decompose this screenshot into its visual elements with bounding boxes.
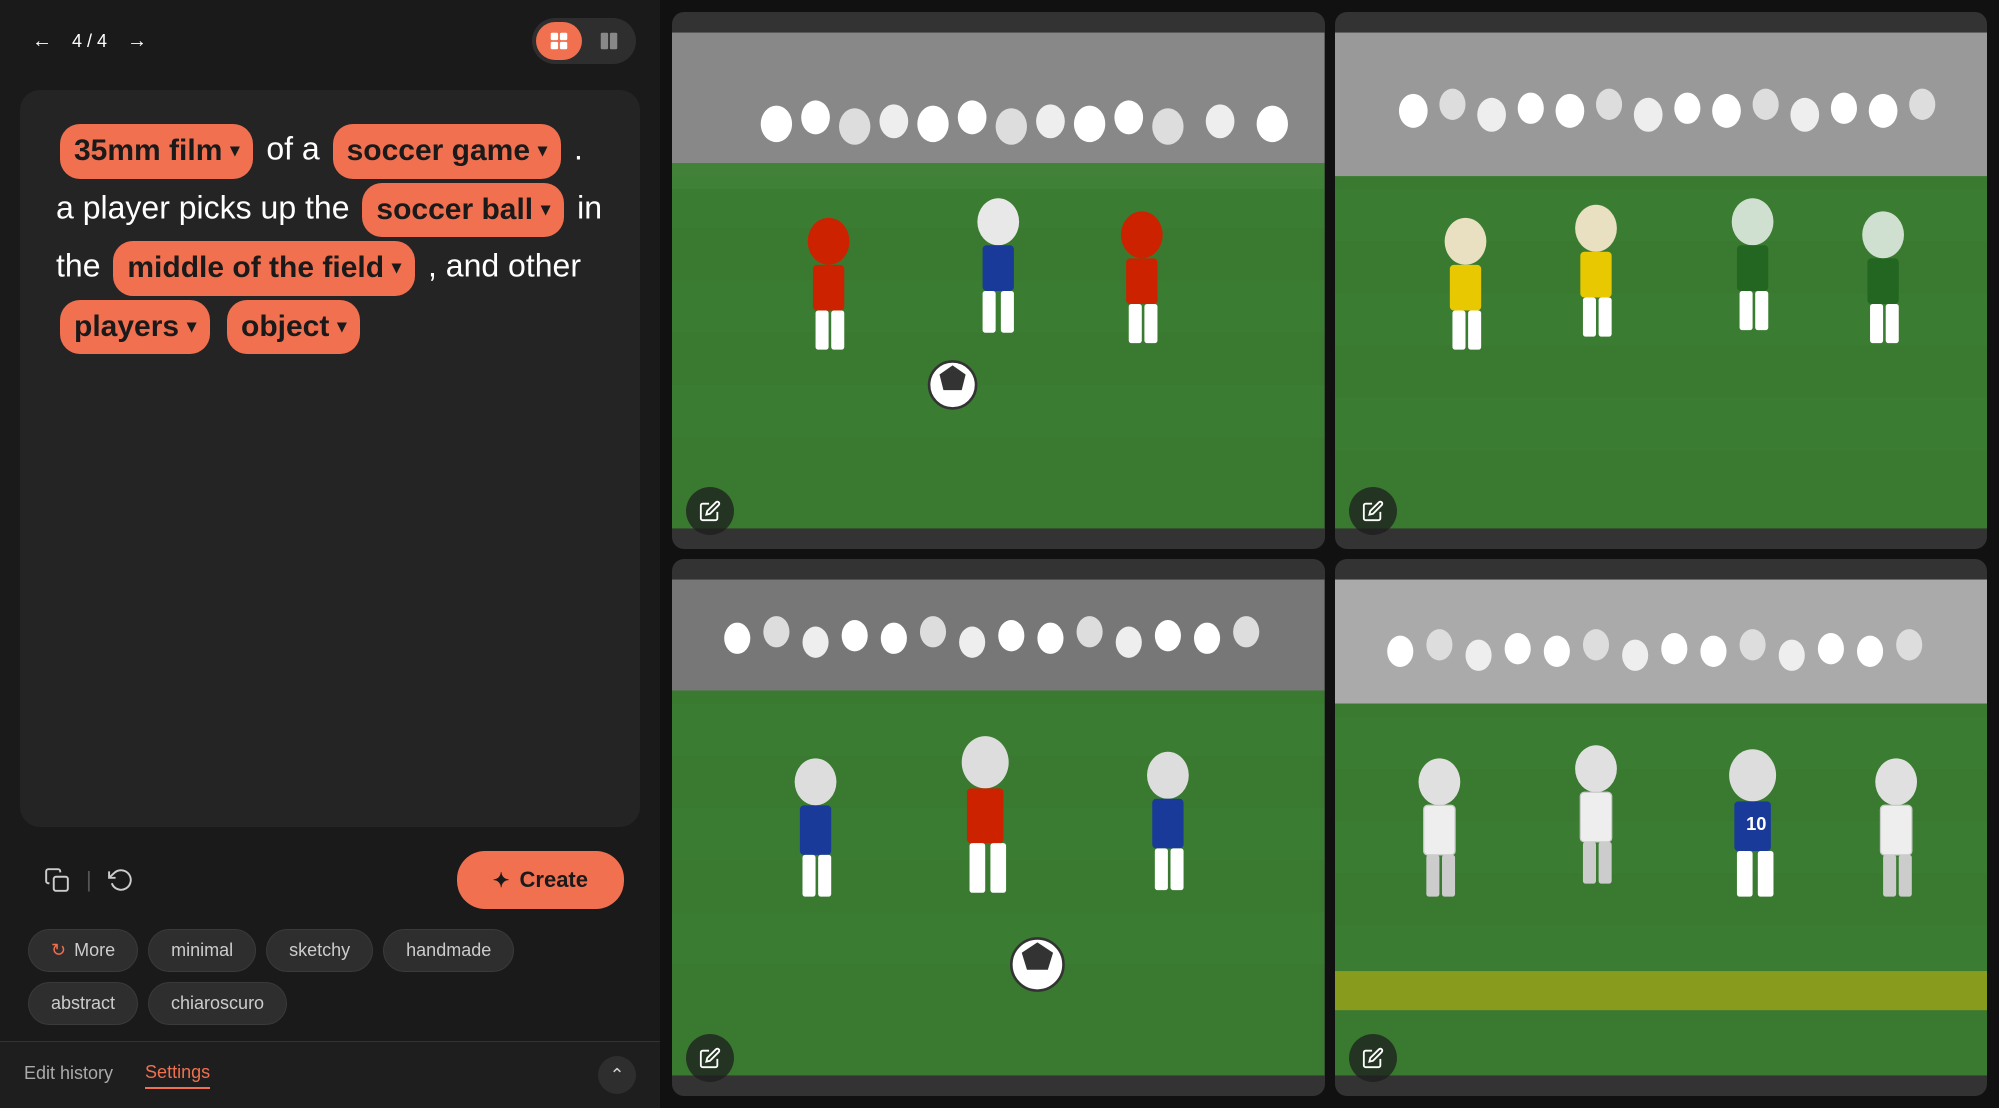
bottom-tabs: Edit history Settings: [24, 1062, 210, 1089]
forward-arrow-button[interactable]: →: [119, 26, 155, 57]
chip-soccer-game[interactable]: soccer game ▾: [333, 124, 562, 179]
top-nav: ← 4 / 4 →: [0, 0, 660, 82]
page-counter: 4 / 4: [72, 31, 107, 52]
image-cell-2: [1335, 12, 1988, 549]
chip-players[interactable]: players ▾: [60, 300, 210, 355]
left-panel: ← 4 / 4 → 35m: [0, 0, 660, 1108]
text-and-other: , and other: [428, 248, 581, 284]
chip-middle[interactable]: middle of the field ▾: [113, 241, 415, 296]
right-panel: 10: [660, 0, 1999, 1108]
svg-text:10: 10: [1746, 813, 1766, 834]
prompt-text: 35mm film ▾ of a soccer game ▾ . a playe…: [56, 122, 604, 356]
image-1-edit-button[interactable]: [686, 487, 734, 535]
create-button[interactable]: ✦ Create: [457, 851, 624, 909]
style-sketchy-button[interactable]: sketchy: [266, 929, 373, 972]
style-chiaroscuro-button[interactable]: chiaroscuro: [148, 982, 287, 1025]
star-icon: ✦: [493, 868, 510, 893]
more-styles-button[interactable]: ↻ More: [28, 929, 138, 972]
split-view-button[interactable]: [586, 22, 632, 60]
icon-group: |: [36, 859, 142, 901]
split-icon: [598, 30, 620, 52]
style-minimal-label: minimal: [171, 940, 233, 961]
tab-settings[interactable]: Settings: [145, 1062, 210, 1089]
style-handmade-label: handmade: [406, 940, 491, 961]
style-handmade-button[interactable]: handmade: [383, 929, 514, 972]
style-minimal-button[interactable]: minimal: [148, 929, 256, 972]
chip-film[interactable]: 35mm film ▾: [60, 124, 253, 179]
chip-object[interactable]: object ▾: [227, 300, 360, 355]
style-chiaroscuro-label: chiaroscuro: [171, 993, 264, 1014]
image-cell-1: [672, 12, 1325, 549]
tab-edit-history[interactable]: Edit history: [24, 1063, 113, 1088]
copy-icon: [44, 867, 70, 893]
edit-icon-1: [699, 500, 721, 522]
copy-button[interactable]: [36, 859, 78, 901]
create-label: Create: [520, 867, 588, 893]
image-3-edit-button[interactable]: [686, 1034, 734, 1082]
image-cell-4: 10: [1335, 559, 1988, 1096]
soccer-image-4: 10: [1335, 559, 1988, 1096]
refresh-button[interactable]: [100, 859, 142, 901]
style-abstract-label: abstract: [51, 993, 115, 1014]
edit-icon-3: [699, 1047, 721, 1069]
expand-button[interactable]: ⌃: [598, 1056, 636, 1094]
chip-players-chevron: ▾: [187, 313, 196, 341]
soccer-image-2: [1335, 12, 1988, 549]
prompt-area: 35mm film ▾ of a soccer game ▾ . a playe…: [20, 90, 640, 827]
image-2-edit-button[interactable]: [1349, 487, 1397, 535]
edit-icon-4: [1362, 1047, 1384, 1069]
soccer-image-3: [672, 559, 1325, 1096]
style-abstract-button[interactable]: abstract: [28, 982, 138, 1025]
action-row: | ✦ Create: [0, 835, 660, 925]
expand-icon: ⌃: [609, 1065, 624, 1086]
chip-middle-chevron: ▾: [392, 254, 401, 282]
more-refresh-icon: ↻: [51, 940, 66, 961]
chip-soccer-game-chevron: ▾: [538, 137, 547, 165]
style-sketchy-label: sketchy: [289, 940, 350, 961]
chip-object-chevron: ▾: [337, 313, 346, 341]
style-section: ↻ More minimal sketchy handmade abstract…: [0, 925, 660, 1041]
bottom-bar: Edit history Settings ⌃: [0, 1041, 660, 1108]
nav-arrows: ← 4 / 4 →: [24, 26, 155, 57]
view-toggle: [532, 18, 636, 64]
back-arrow-button[interactable]: ←: [24, 26, 60, 57]
chip-film-chevron: ▾: [230, 137, 239, 165]
refresh-icon: [108, 867, 134, 893]
soccer-image-1: [672, 12, 1325, 549]
grid-icon: [548, 30, 570, 52]
chip-soccer-ball-chevron: ▾: [541, 196, 550, 224]
text-of-a: of a: [266, 131, 328, 167]
image-cell-3: [672, 559, 1325, 1096]
grid-view-button[interactable]: [536, 22, 582, 60]
edit-icon-2: [1362, 500, 1384, 522]
more-label: More: [74, 940, 115, 961]
image-4-edit-button[interactable]: [1349, 1034, 1397, 1082]
chip-soccer-ball[interactable]: soccer ball ▾: [362, 183, 564, 238]
separator: |: [82, 867, 96, 893]
